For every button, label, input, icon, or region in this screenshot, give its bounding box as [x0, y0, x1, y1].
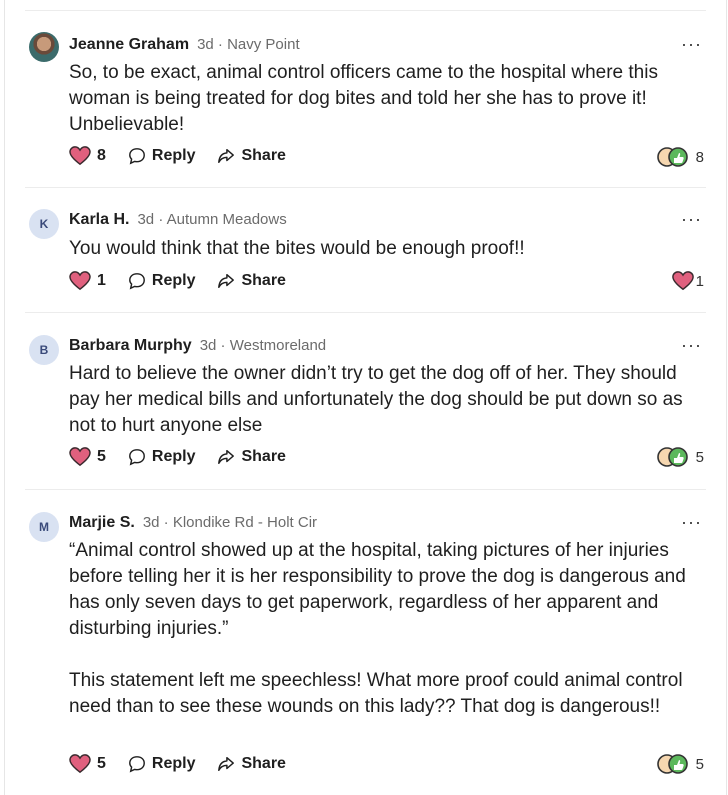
comment-body: You would think that the bites would be …	[69, 236, 704, 262]
comment-body: So, to be exact, animal control officers…	[69, 60, 704, 138]
reactions-icon	[656, 147, 688, 167]
like-count: 5	[97, 755, 106, 772]
share-button[interactable]: Share	[217, 448, 286, 466]
share-label: Share	[241, 147, 286, 164]
comment-meta: 3d · Autumn Meadows	[137, 211, 287, 228]
reactions-icon	[656, 754, 688, 774]
comment-meta: 3d · Westmoreland	[199, 337, 327, 354]
more-options-icon[interactable]: ···	[681, 209, 702, 230]
avatar[interactable]: B	[29, 335, 59, 365]
reactions-icon	[656, 447, 688, 467]
more-options-icon[interactable]: ···	[681, 335, 702, 356]
comment-paragraph: This statement left me speechless! What …	[69, 670, 683, 717]
reply-button[interactable]: Reply	[128, 272, 196, 290]
like-count: 1	[97, 272, 106, 289]
comment-paragraph: Hard to believe the owner didn’t try to …	[69, 363, 683, 436]
share-button[interactable]: Share	[217, 272, 286, 290]
author-name[interactable]: Karla H.	[69, 211, 129, 229]
avatar[interactable]: K	[29, 209, 59, 239]
heart-icon	[69, 754, 91, 774]
reaction-total: 8	[695, 148, 704, 166]
more-options-icon[interactable]: ···	[681, 34, 702, 55]
reply-label: Reply	[151, 272, 196, 289]
comment-body: “Animal control showed up at the hospita…	[69, 538, 704, 720]
share-label: Share	[241, 272, 286, 289]
speech-bubble-icon	[128, 148, 145, 165]
divider	[25, 10, 706, 11]
like-button[interactable]: 5	[69, 447, 106, 467]
share-arrow-icon	[218, 148, 235, 164]
heart-icon	[69, 447, 91, 467]
share-label: Share	[241, 448, 286, 465]
reaction-total: 1	[695, 272, 704, 290]
share-button[interactable]: Share	[217, 755, 286, 773]
share-button[interactable]: Share	[217, 147, 286, 165]
avatar[interactable]	[29, 32, 59, 62]
divider	[25, 312, 706, 313]
reply-label: Reply	[151, 147, 196, 164]
divider	[25, 187, 706, 188]
share-arrow-icon	[218, 756, 235, 772]
heart-reaction-icon	[671, 271, 694, 291]
reply-button[interactable]: Reply	[128, 448, 196, 466]
reply-label: Reply	[151, 448, 196, 465]
reply-label: Reply	[151, 755, 196, 772]
reaction-total: 5	[695, 448, 704, 466]
comment-meta: 3d · Klondike Rd - Holt Cir	[142, 514, 318, 531]
author-name[interactable]: Jeanne Graham	[69, 36, 189, 54]
reaction-summary[interactable]: 5	[656, 753, 704, 775]
more-options-icon[interactable]: ···	[681, 512, 702, 533]
reply-button[interactable]: Reply	[128, 755, 196, 773]
reaction-summary[interactable]: 1	[671, 270, 704, 292]
comment-paragraph: You would think that the bites would be …	[69, 238, 525, 259]
reply-button[interactable]: Reply	[128, 147, 196, 165]
heart-icon	[69, 146, 91, 166]
comment-paragraph: So, to be exact, animal control officers…	[69, 62, 658, 135]
like-button[interactable]: 5	[69, 754, 106, 774]
comments-panel: Jeanne Graham 3d · Navy Point ··· So, to…	[4, 0, 727, 795]
author-name[interactable]: Marjie S.	[69, 514, 135, 532]
like-count: 8	[97, 147, 106, 164]
reaction-summary[interactable]: 8	[656, 146, 704, 168]
share-arrow-icon	[218, 449, 235, 465]
divider	[25, 489, 706, 490]
speech-bubble-icon	[128, 756, 145, 773]
heart-icon	[69, 271, 91, 291]
like-button[interactable]: 8	[69, 146, 106, 166]
author-name[interactable]: Barbara Murphy	[69, 337, 192, 355]
like-button[interactable]: 1	[69, 271, 106, 291]
speech-bubble-icon	[128, 449, 145, 466]
share-label: Share	[241, 755, 286, 772]
avatar[interactable]: M	[29, 512, 59, 542]
reaction-total: 5	[695, 755, 704, 773]
comment-paragraph: “Animal control showed up at the hospita…	[69, 540, 686, 639]
speech-bubble-icon	[128, 273, 145, 290]
reaction-summary[interactable]: 5	[656, 446, 704, 468]
comment-body: Hard to believe the owner didn’t try to …	[69, 361, 704, 439]
comment-meta: 3d · Navy Point	[197, 36, 300, 53]
like-count: 5	[97, 448, 106, 465]
share-arrow-icon	[218, 273, 235, 289]
